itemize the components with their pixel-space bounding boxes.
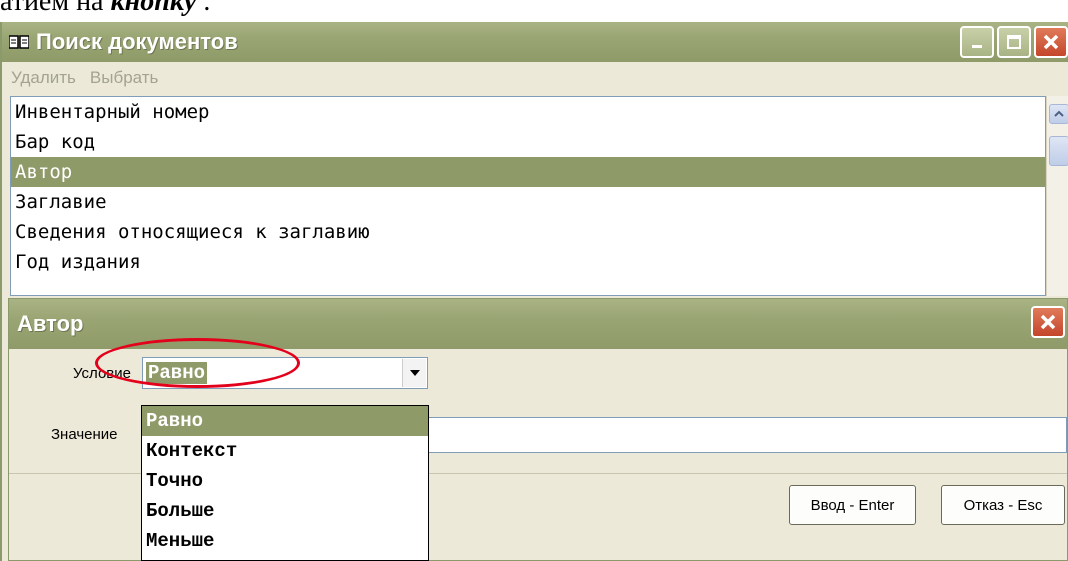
list-scrollbar[interactable] [1046, 96, 1068, 296]
menu-bar: Удалить Выбрать [2, 62, 1068, 94]
dialog-title: Автор [17, 311, 84, 336]
list-item[interactable]: Бар код [11, 127, 1045, 157]
dialog-titlebar[interactable]: Автор [9, 299, 1067, 349]
condition-label: Условие [73, 365, 131, 382]
value-label: Значение [51, 426, 118, 443]
value-input[interactable] [429, 417, 1067, 453]
condition-selected-value: Равно [146, 362, 208, 384]
document-text-fragment: атием на кнопку . [0, 0, 210, 18]
dropdown-option[interactable]: Точно [142, 466, 428, 496]
condition-dropdown-list[interactable]: Равно Контекст Точно Больше Меньше [141, 405, 429, 561]
doc-text-emphasis: кнопку [110, 0, 197, 17]
condition-combobox[interactable]: Равно [142, 357, 428, 389]
chevron-up-icon [1054, 110, 1064, 117]
maximize-icon [1007, 35, 1021, 49]
close-icon [1043, 34, 1059, 50]
dropdown-arrow-button[interactable] [402, 359, 426, 387]
window-titlebar[interactable]: Поиск документов [2, 22, 1068, 62]
scroll-up-button[interactable] [1049, 104, 1068, 124]
scroll-thumb[interactable] [1049, 136, 1068, 166]
chevron-down-icon [409, 370, 420, 376]
doc-text-prefix: атием на [0, 0, 111, 17]
list-item[interactable]: Сведения относящиеся к заглавию [11, 217, 1045, 247]
enter-button[interactable]: Ввод - Enter [789, 485, 916, 525]
menu-item-delete[interactable]: Удалить [11, 68, 76, 88]
dropdown-option[interactable]: Контекст [142, 436, 428, 466]
dropdown-option[interactable]: Больше [142, 496, 428, 526]
minimize-icon [972, 45, 982, 48]
maximize-button[interactable] [997, 26, 1031, 58]
cancel-button[interactable]: Отказ - Esc [941, 485, 1065, 525]
close-window-button[interactable] [1034, 26, 1068, 58]
book-icon [8, 34, 30, 50]
minimize-button[interactable] [960, 26, 994, 58]
list-item[interactable]: Год издания [11, 247, 1045, 277]
close-icon [1040, 314, 1056, 330]
menu-item-select[interactable]: Выбрать [90, 68, 158, 88]
dialog-close-button[interactable] [1031, 306, 1065, 338]
window-title: Поиск документов [36, 29, 238, 54]
list-item[interactable]: Заглавие [11, 187, 1045, 217]
fields-listbox[interactable]: Инвентарный номер Бар код Автор Заглавие… [10, 96, 1046, 296]
doc-text-suffix: . [196, 0, 211, 17]
dropdown-option[interactable]: Меньше [142, 526, 428, 556]
list-item[interactable]: Инвентарный номер [11, 97, 1045, 127]
list-item-selected[interactable]: Автор [11, 157, 1045, 187]
dropdown-option-selected[interactable]: Равно [142, 406, 428, 436]
